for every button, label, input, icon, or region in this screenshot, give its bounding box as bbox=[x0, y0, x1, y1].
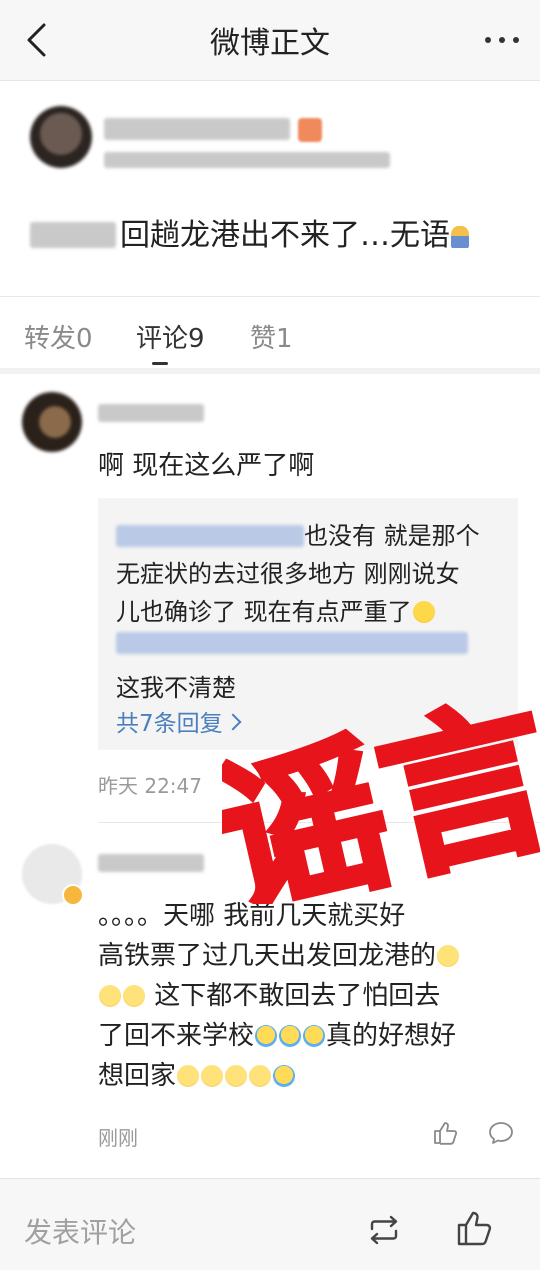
reply-line bbox=[116, 632, 468, 660]
emoji-icon bbox=[177, 1065, 200, 1087]
emoji-icon bbox=[255, 1025, 278, 1047]
comment-line-text: 想回家 bbox=[98, 1061, 177, 1091]
tab-repost[interactable]: 转发0 bbox=[24, 318, 93, 355]
reply-text: 也没有 就是那个 bbox=[304, 522, 480, 550]
comment-line-text: 真的好想好 bbox=[326, 1021, 457, 1051]
comment-icon[interactable] bbox=[488, 1120, 514, 1146]
emoji-icon bbox=[437, 945, 460, 967]
stamp-text: 谣言 bbox=[222, 682, 540, 904]
comment-line: 了回不来学校 真的好想好 bbox=[98, 1016, 522, 1056]
emoji-icon bbox=[225, 1065, 248, 1087]
like-icon[interactable] bbox=[432, 1120, 458, 1146]
avatar[interactable] bbox=[22, 392, 82, 452]
comment-text: 。。。。天哪 我前几天就买好 高铁票了过几天出发回龙港的 这下都不敢回去了怕回去… bbox=[98, 896, 522, 1096]
comment-time: 昨天 22:47 bbox=[98, 774, 202, 798]
emoji-icon bbox=[412, 601, 435, 623]
comment-input[interactable]: 发表评论 bbox=[24, 1211, 136, 1251]
blurred-username bbox=[116, 525, 304, 547]
more-icon[interactable] bbox=[482, 34, 522, 46]
emoji-icon bbox=[249, 1065, 272, 1087]
comment-author-name[interactable] bbox=[98, 854, 204, 872]
reply-line: 无症状的去过很多地方 刚刚说女 bbox=[116, 560, 460, 588]
comment-line-text: 了回不来学校 bbox=[98, 1021, 255, 1051]
post-meta bbox=[104, 152, 390, 168]
reply-line: 也没有 就是那个 bbox=[116, 516, 480, 551]
thumbs-up-icon[interactable] bbox=[456, 1209, 494, 1247]
comment-line: 想回家 bbox=[98, 1056, 522, 1096]
tab-comments[interactable]: 评论9 bbox=[136, 318, 205, 355]
tab-likes[interactable]: 赞1 bbox=[250, 318, 293, 355]
comment-line-text: 这下都不敢回去了怕回去 bbox=[146, 981, 441, 1011]
divider bbox=[0, 296, 540, 297]
emoji-icon bbox=[99, 985, 121, 1007]
blurred-text bbox=[116, 632, 468, 654]
repost-icon[interactable] bbox=[366, 1215, 402, 1245]
emoji-icon bbox=[273, 1065, 296, 1087]
view-more-replies[interactable]: 共7条回复 bbox=[116, 704, 242, 738]
comment-line-text: 高铁票了过几天出发回龙港的 bbox=[98, 941, 437, 971]
post-content: 回趟龙港出不来了…无语 bbox=[30, 210, 470, 254]
divider bbox=[0, 368, 540, 374]
post-author-avatar[interactable] bbox=[30, 106, 92, 168]
active-tab-indicator bbox=[152, 362, 168, 365]
emoji-icon bbox=[123, 985, 145, 1007]
rumor-stamp: 谣言 bbox=[222, 682, 540, 904]
blurred-text bbox=[30, 222, 116, 248]
page-title: 微博正文 bbox=[210, 26, 330, 61]
comment-time: 刚刚 bbox=[98, 1126, 138, 1150]
emoji-icon bbox=[279, 1025, 302, 1047]
emoji-icon bbox=[451, 226, 469, 248]
vip-badge-icon bbox=[62, 884, 84, 906]
emoji-icon bbox=[303, 1025, 326, 1047]
verified-badge-icon bbox=[298, 118, 322, 142]
reply-line: 这我不清楚 bbox=[116, 674, 236, 702]
post-text: 回趟龙港出不来了…无语 bbox=[120, 218, 450, 253]
comment-author-name[interactable] bbox=[98, 404, 204, 422]
emoji-icon bbox=[201, 1065, 224, 1087]
reply-line: 儿也确诊了 现在有点严重了 bbox=[116, 592, 436, 627]
bottom-action-bar: 发表评论 bbox=[0, 1178, 540, 1270]
reply-text: 儿也确诊了 现在有点严重了 bbox=[116, 598, 412, 626]
post-author-name[interactable] bbox=[104, 118, 290, 140]
comment-line: 这下都不敢回去了怕回去 bbox=[98, 976, 522, 1016]
comment-line: 高铁票了过几天出发回龙港的 bbox=[98, 936, 522, 976]
comment-text: 啊 现在这么严了啊 bbox=[98, 451, 315, 481]
top-nav-bar: 微博正文 bbox=[0, 0, 540, 81]
view-more-label: 共7条回复 bbox=[116, 711, 223, 737]
